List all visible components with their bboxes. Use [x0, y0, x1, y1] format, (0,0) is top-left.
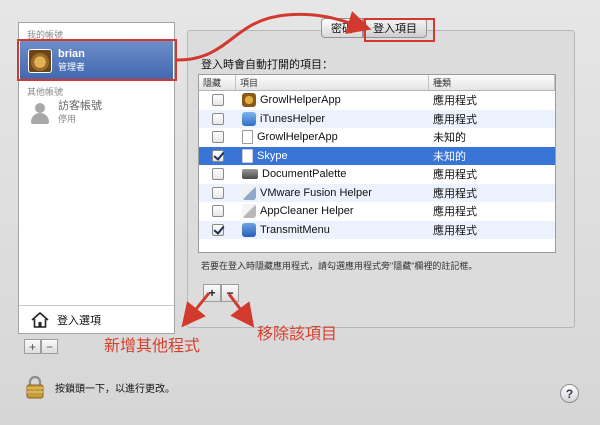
annotation-remove-item: 移除該項目 [257, 324, 338, 343]
accounts-preferences-window: 我的帳號 brian 管理者 其他帳號 訪客帳號 停用 登入選項 + − 密碼 … [0, 0, 600, 425]
annotation-arrows [176, 11, 372, 328]
annotation-add-other: 新增其他程式 [104, 336, 201, 355]
